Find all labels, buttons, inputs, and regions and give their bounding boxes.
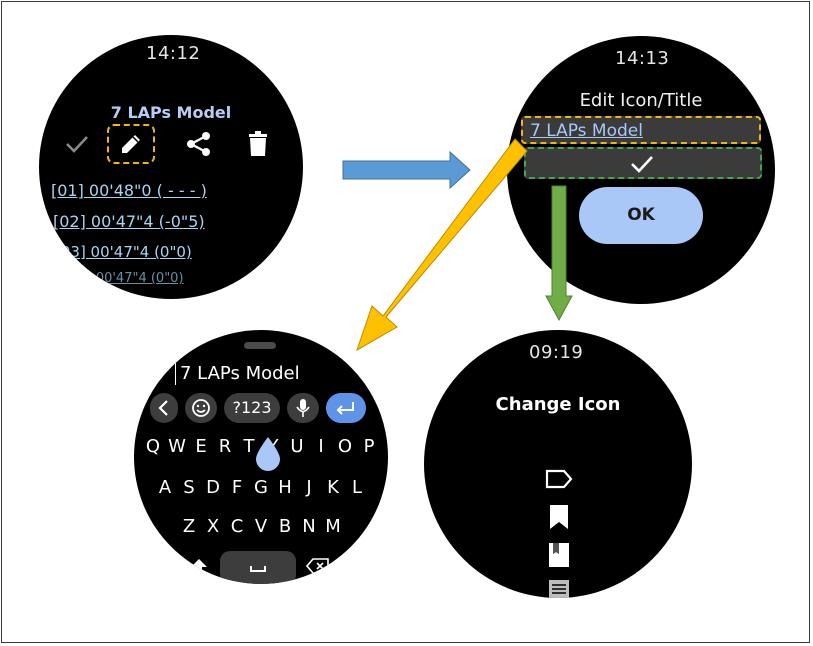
blue-arrow	[342, 150, 471, 190]
green-arrow	[545, 185, 573, 322]
flow-arrows	[342, 138, 573, 352]
